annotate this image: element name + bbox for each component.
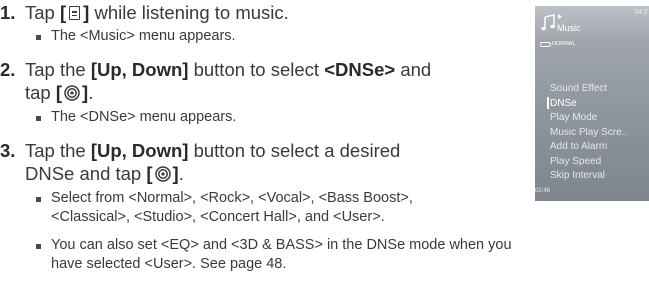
step-subtext: The <DNSe> menu appears. [51,109,237,125]
device-menu: Sound Effect DNSe Play Mode Music Play S… [550,82,627,184]
step-text: Tap [] while listening to music. [25,2,289,23]
menu-item-sound-effect[interactable]: Sound Effect [550,82,627,97]
menu-item-skip-interval[interactable]: Skip Interval [550,169,627,184]
step-text: DNSe and tap []. [25,163,184,184]
step-subtext: have selected <User>. See page 48. [51,256,287,272]
step-subtext: Select from <Normal>, <Rock>, <Vocal>, <… [51,190,413,206]
menu-item-add-to-alarm[interactable]: Add to Alarm [550,140,627,155]
step-text: Tap the [Up, Down] button to select a de… [25,140,401,161]
bullet [36,197,41,202]
step-subtext: The <Music> menu appears. [51,28,236,44]
device-elapsed-time: 02:48 [535,188,551,194]
menu-item-music-play-screen[interactable]: Music Play Scre.. [550,126,627,141]
step-text: Tap the [Up, Down] button to select <DNS… [25,59,432,80]
device-screen: Music 04:2 NORMAL Sound Effect DNSe Play… [535,6,649,201]
bullet [36,35,41,40]
repeat-icon [540,42,551,47]
step-subtext: <Classical>, <Studio>, <Concert Hall>, a… [51,209,385,225]
step-subtext: You can also set <EQ> and <3D & BASS> in… [51,237,512,253]
bullet [36,244,41,249]
step-text: tap []. [25,82,94,103]
menu-icon [69,6,81,20]
step-number: 2. [0,59,16,80]
play-indicator-icon [558,14,562,19]
bullet [36,116,41,121]
device-title: Music [557,23,581,33]
device-mode: NORMAL [552,41,576,47]
selection-indicator [547,97,549,109]
step-number: 3. [0,140,16,161]
music-note-icon [541,14,555,31]
select-button-icon [64,85,80,101]
step-number: 1. [0,2,16,23]
menu-item-play-speed[interactable]: Play Speed [550,155,627,170]
device-time: 04:2 [634,9,648,16]
menu-item-dnse[interactable]: DNSe [550,97,627,112]
menu-item-play-mode[interactable]: Play Mode [550,111,627,126]
select-button-icon [154,166,171,182]
